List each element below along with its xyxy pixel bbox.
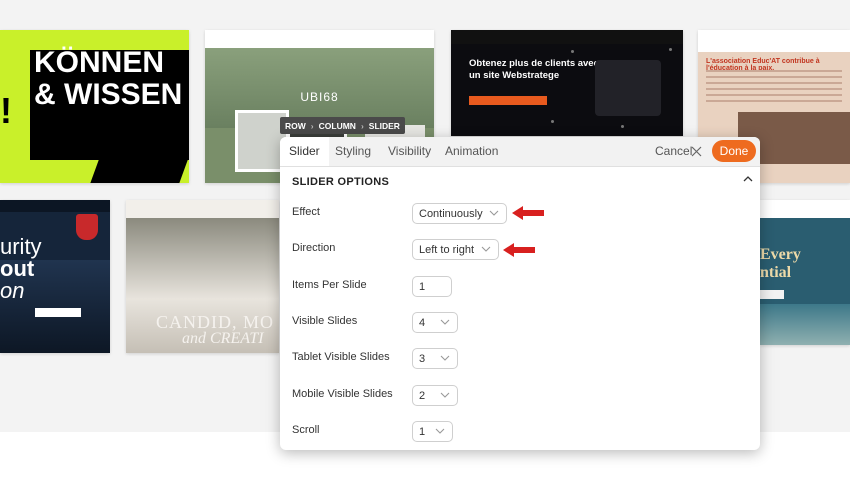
thumbnail-webstratege[interactable]: Obtenez plus de clients avec un site Web… [451,30,683,136]
chevron-down-icon [440,392,450,398]
thumbnail-cta [469,96,547,105]
thumbnail-nav [760,200,850,218]
exclamation-mark: ! [0,90,12,131]
thumbnail-heading: Every ntial [760,246,850,282]
effect-select[interactable]: Continuously [412,203,507,224]
direction-label: Direction [292,242,336,254]
thumbnail-cta [760,290,784,299]
scroll-value: 1 [419,426,426,438]
thumbnail-cta [35,308,81,317]
thumbnail-heading: Obtenez plus de clients avec un site Web… [469,58,599,81]
tab-animation[interactable]: Animation [445,137,498,166]
star-dot [551,120,554,123]
chevron-up-icon[interactable] [743,175,753,183]
thumbnail-heading: urity [0,234,42,259]
thumbnail-heading: and CREATI [182,330,264,347]
thumbnail-photo [760,304,850,345]
section-title: SLIDER OPTIONS [292,176,390,188]
effect-select-value: Continuously [419,208,483,220]
chevron-down-icon [440,355,450,361]
breadcrumb: ROW › COLUMN › SLIDER [280,117,405,134]
breadcrumb-item-slider[interactable]: SLIDER [369,121,400,131]
thumbnail-nav [126,200,279,218]
items-per-slide-label: Items Per Slide [292,279,367,291]
thumbnail-security[interactable]: urity out on [0,200,110,353]
thumbnail-konnen-wissen[interactable]: KÖNNEN & WISSEN ! [0,30,189,183]
mobile-visible-slides-value: 2 [419,390,426,402]
thumbnail-nav [0,200,110,212]
visible-slides-select[interactable]: 4 [412,312,458,333]
thumbnail-finance[interactable]: Every ntial [760,200,850,345]
star-dot [669,48,672,51]
breadcrumb-item-row[interactable]: ROW [285,121,306,131]
chevron-down-icon [489,210,499,216]
thumbnail-heading: KÖNNEN [34,46,165,79]
breadcrumb-separator: › [360,120,364,131]
tablet-visible-slides-value: 3 [419,353,426,365]
visible-slides-label: Visible Slides [292,315,358,327]
effect-label: Effect [292,206,320,218]
chevron-down-icon [435,428,445,434]
tablet-visible-slides-select[interactable]: 3 [412,348,458,369]
thumbnail-heading: & WISSEN [34,78,183,111]
thumbnail-nav [698,30,850,52]
tab-styling[interactable]: Styling [335,137,371,166]
tablet-visible-slides-label: Tablet Visible Slides [292,351,390,363]
scroll-label: Scroll [292,424,320,436]
thumbnail-nav [451,30,683,44]
chevron-down-icon [440,319,450,325]
thumbnail-text [706,70,842,106]
red-arrow-icon [512,206,544,220]
close-icon[interactable] [691,146,702,157]
done-button[interactable]: Done [712,140,756,162]
heading-line: ntial [760,264,792,281]
mobile-visible-slides-label: Mobile Visible Slides [292,388,393,400]
red-arrow-icon [503,243,535,257]
items-per-slide-input[interactable]: 1 [412,276,452,297]
chevron-down-icon [481,246,491,252]
star-dot [571,50,574,53]
thumbnail-wedding[interactable]: CANDID, MO and CREATI [126,200,279,353]
breadcrumb-item-column[interactable]: COLUMN [319,121,356,131]
mobile-visible-slides-select[interactable]: 2 [412,385,458,406]
tab-bar: Slider Styling Visibility Animation Canc… [280,137,760,167]
heading-line: Every [760,246,801,263]
thumbnail-heading: on [0,278,25,303]
thumbnail-card [595,60,661,116]
breadcrumb-separator: › [310,120,314,131]
cancel-button[interactable]: Cancel [655,137,692,166]
tab-slider[interactable]: Slider [280,137,329,166]
thumbnail-logo: UBI68 [300,90,339,104]
direction-select-value: Left to right [419,244,475,256]
scroll-select[interactable]: 1 [412,421,453,442]
visible-slides-value: 4 [419,317,426,329]
direction-select[interactable]: Left to right [412,239,499,260]
slider-settings-panel: Slider Styling Visibility Animation Canc… [280,137,760,450]
thumbnail-heading: out [0,256,35,281]
tab-visibility[interactable]: Visibility [388,137,431,166]
thumbnail-nav [205,30,434,48]
star-dot [621,125,624,128]
shield-logo-icon [76,214,98,240]
